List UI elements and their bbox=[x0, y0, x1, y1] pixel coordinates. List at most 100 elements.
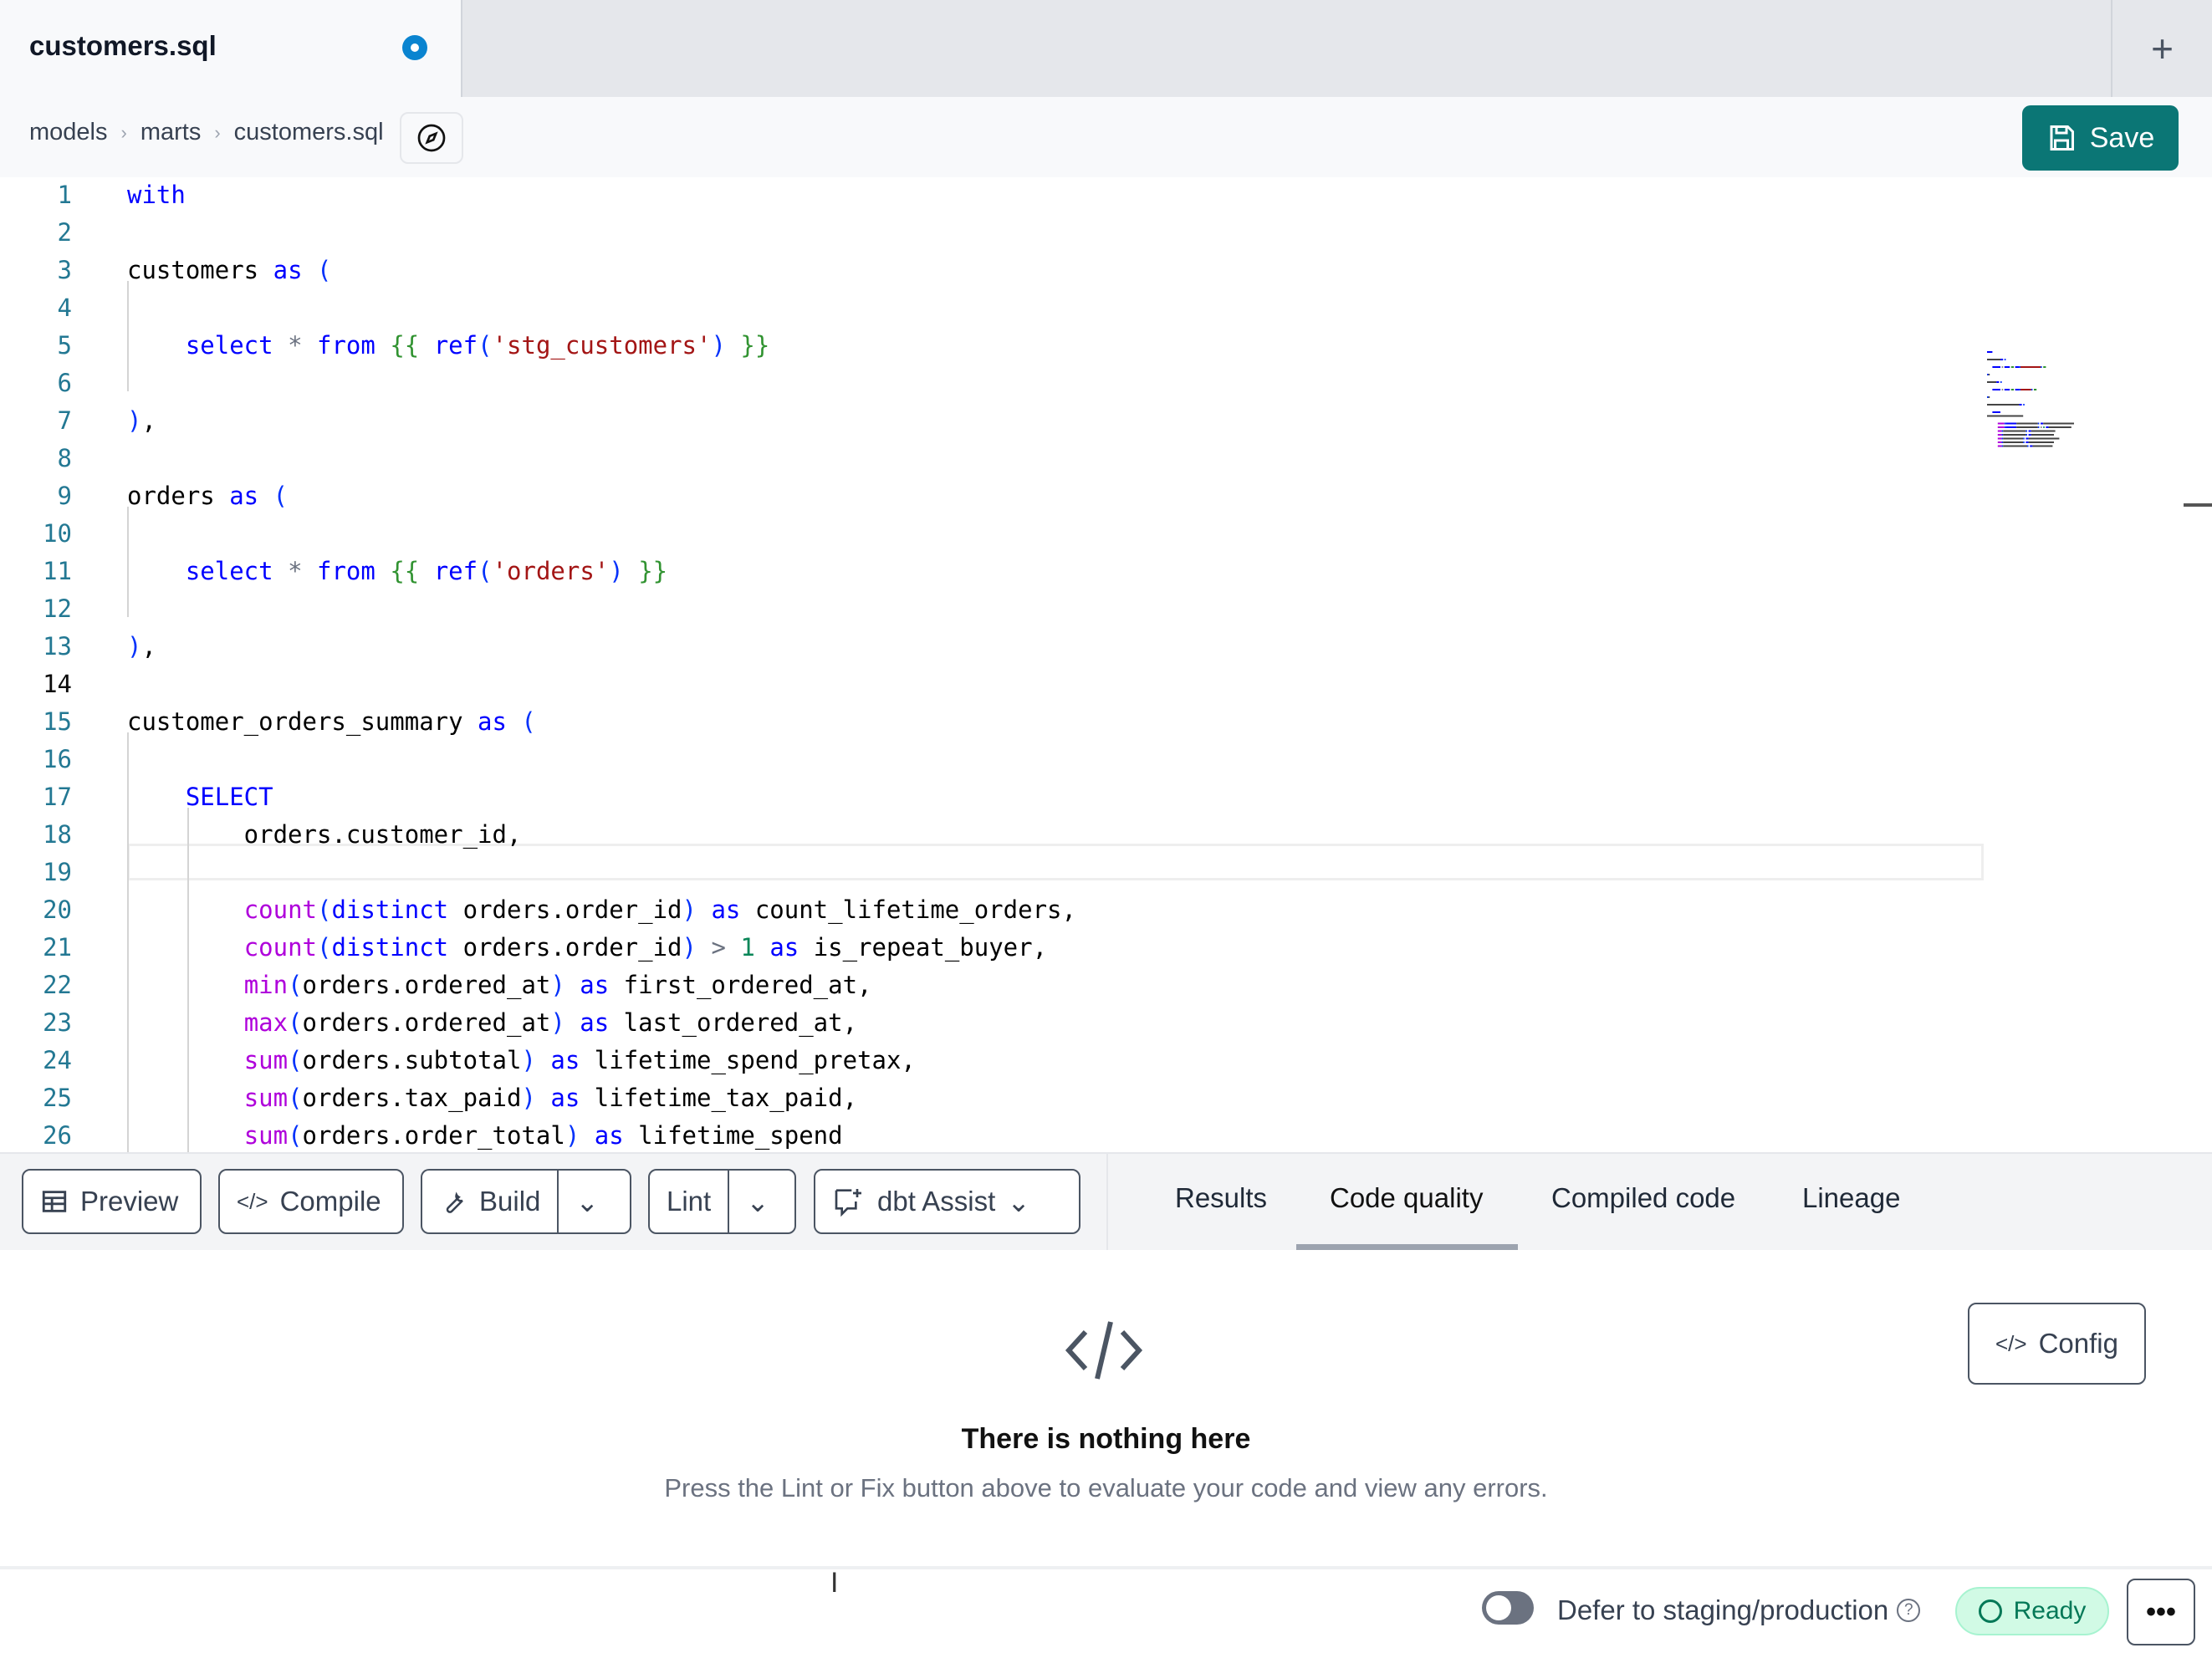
defer-toggle[interactable] bbox=[1482, 1591, 1534, 1625]
minimap-token bbox=[2003, 437, 2024, 440]
code-line[interactable]: sum(orders.subtotal) as lifetime_spend_p… bbox=[127, 1046, 916, 1074]
minimap-token bbox=[2003, 434, 2026, 436]
code-token: ( bbox=[317, 895, 332, 924]
line-number: 12 bbox=[43, 594, 72, 623]
code-token: ) bbox=[521, 1084, 536, 1112]
code-token: as bbox=[711, 895, 741, 924]
new-tab-button[interactable]: + bbox=[2111, 0, 2212, 97]
lint-button[interactable]: Lint bbox=[650, 1171, 728, 1232]
code-line[interactable]: ), bbox=[127, 632, 156, 661]
code-token: as bbox=[229, 482, 259, 510]
compile-button[interactable]: </> Compile bbox=[218, 1169, 404, 1234]
code-line[interactable]: customers as ( bbox=[127, 256, 331, 284]
code-token: ) bbox=[127, 632, 142, 661]
code-line[interactable]: select * from {{ ref('orders') }} bbox=[127, 557, 667, 585]
code-line[interactable]: with bbox=[127, 181, 186, 209]
circle-icon bbox=[1978, 1599, 2002, 1623]
minimap-token bbox=[1988, 396, 1990, 398]
more-options-button[interactable]: ••• bbox=[2127, 1579, 2195, 1645]
build-button[interactable]: Build bbox=[422, 1171, 557, 1232]
minimap-token bbox=[2028, 430, 2031, 432]
status-badge: Ready bbox=[1955, 1587, 2109, 1635]
build-dropdown[interactable]: ⌄ bbox=[557, 1171, 616, 1232]
minimap-token bbox=[2003, 430, 2026, 432]
code-line[interactable]: orders as ( bbox=[127, 482, 288, 510]
tab-lineage[interactable]: Lineage bbox=[1802, 1182, 1900, 1214]
code-line[interactable]: SELECT bbox=[127, 783, 273, 811]
code-token: orders.order_total bbox=[302, 1121, 565, 1150]
code-token: , bbox=[141, 632, 156, 661]
config-button[interactable]: </> Config bbox=[1968, 1303, 2146, 1385]
code-editor[interactable]: 1 with 2 3 customers as (4 5 select * from {{… bbox=[0, 177, 2212, 1152]
code-line[interactable]: orders.customer_id, bbox=[127, 820, 522, 849]
code-line[interactable]: sum(orders.order_total) as lifetime_spen… bbox=[127, 1121, 843, 1150]
code-token: 1 bbox=[740, 933, 755, 962]
minimap-token bbox=[1992, 411, 2000, 413]
code-line[interactable]: customer_orders_summary as ( bbox=[127, 707, 536, 736]
line-number: 9 bbox=[57, 482, 72, 510]
line-number: 14 bbox=[43, 670, 72, 698]
save-label: Save bbox=[2089, 121, 2155, 154]
dbt-assist-button[interactable]: dbt Assist ⌄ bbox=[814, 1169, 1080, 1234]
code-token: > bbox=[711, 933, 726, 962]
preview-button[interactable]: Preview bbox=[22, 1169, 202, 1234]
tab-title[interactable]: customers.sql bbox=[29, 30, 217, 62]
code-line[interactable]: ), bbox=[127, 406, 156, 435]
code-token: customers bbox=[127, 256, 273, 284]
code-line[interactable]: min(orders.ordered_at) as first_ordered_… bbox=[127, 971, 872, 999]
tab-results[interactable]: Results bbox=[1175, 1182, 1267, 1214]
compile-label: Compile bbox=[279, 1186, 381, 1217]
code-token: * bbox=[288, 331, 303, 360]
minimap-token bbox=[2043, 366, 2046, 368]
save-button[interactable]: Save bbox=[2022, 105, 2179, 171]
tab-code-quality[interactable]: Code quality bbox=[1330, 1182, 1483, 1214]
empty-state-description: Press the Lint or Fix button above to ev… bbox=[664, 1473, 1548, 1502]
code-token: sum bbox=[243, 1121, 289, 1150]
minimap-token bbox=[1987, 359, 2000, 360]
minimap-token bbox=[2023, 437, 2025, 440]
code-token: last_ordered_at, bbox=[609, 1008, 858, 1037]
scrollbar-marker[interactable] bbox=[2184, 503, 2212, 507]
minimap-token bbox=[1987, 404, 2020, 406]
code-line[interactable]: max(orders.ordered_at) as last_ordered_a… bbox=[127, 1008, 857, 1037]
line-number: 5 bbox=[57, 331, 72, 360]
code-token: max bbox=[243, 1008, 289, 1037]
breadcrumb-marts[interactable]: marts bbox=[140, 119, 202, 146]
code-line[interactable]: count(distinct orders.order_id) > 1 as i… bbox=[127, 933, 1047, 962]
config-label: Config bbox=[2038, 1328, 2118, 1359]
minimap-token bbox=[2016, 422, 2038, 425]
code-line[interactable]: select * from {{ ref('stg_customers') }} bbox=[127, 331, 770, 360]
code-line[interactable]: count(distinct orders.order_id) as count… bbox=[127, 895, 1076, 924]
code-token: is_repeat_buyer, bbox=[799, 933, 1048, 962]
minimap-token bbox=[2023, 404, 2025, 406]
code-token: ) bbox=[127, 406, 142, 435]
chevron-right-icon: › bbox=[214, 121, 221, 143]
code-line[interactable]: sum(orders.tax_paid) as lifetime_tax_pai… bbox=[127, 1084, 857, 1112]
help-icon[interactable]: ? bbox=[1897, 1599, 1921, 1622]
minimap[interactable] bbox=[1987, 351, 2112, 552]
minimap-token bbox=[2001, 437, 2004, 440]
line-number: 1 bbox=[57, 181, 72, 209]
compass-button[interactable] bbox=[400, 112, 463, 164]
minimap-token bbox=[2026, 430, 2027, 432]
code-token: 'orders' bbox=[492, 557, 610, 585]
current-line-highlight bbox=[127, 844, 1984, 880]
breadcrumb-models[interactable]: models bbox=[29, 119, 108, 146]
line-number: 6 bbox=[57, 369, 72, 397]
minimap-token bbox=[2000, 359, 2004, 360]
build-label: Build bbox=[479, 1186, 541, 1217]
minimap-token bbox=[2019, 389, 2020, 390]
tab-compiled-code[interactable]: Compiled code bbox=[1551, 1182, 1735, 1214]
line-number: 13 bbox=[43, 632, 72, 661]
defer-label: Defer to staging/production bbox=[1557, 1594, 1889, 1625]
minimap-token bbox=[2031, 434, 2054, 436]
lint-dropdown[interactable]: ⌄ bbox=[728, 1171, 786, 1232]
minimap-token bbox=[2019, 404, 2022, 406]
minimap-token bbox=[2043, 422, 2074, 425]
unsaved-dot-icon[interactable] bbox=[402, 35, 427, 60]
